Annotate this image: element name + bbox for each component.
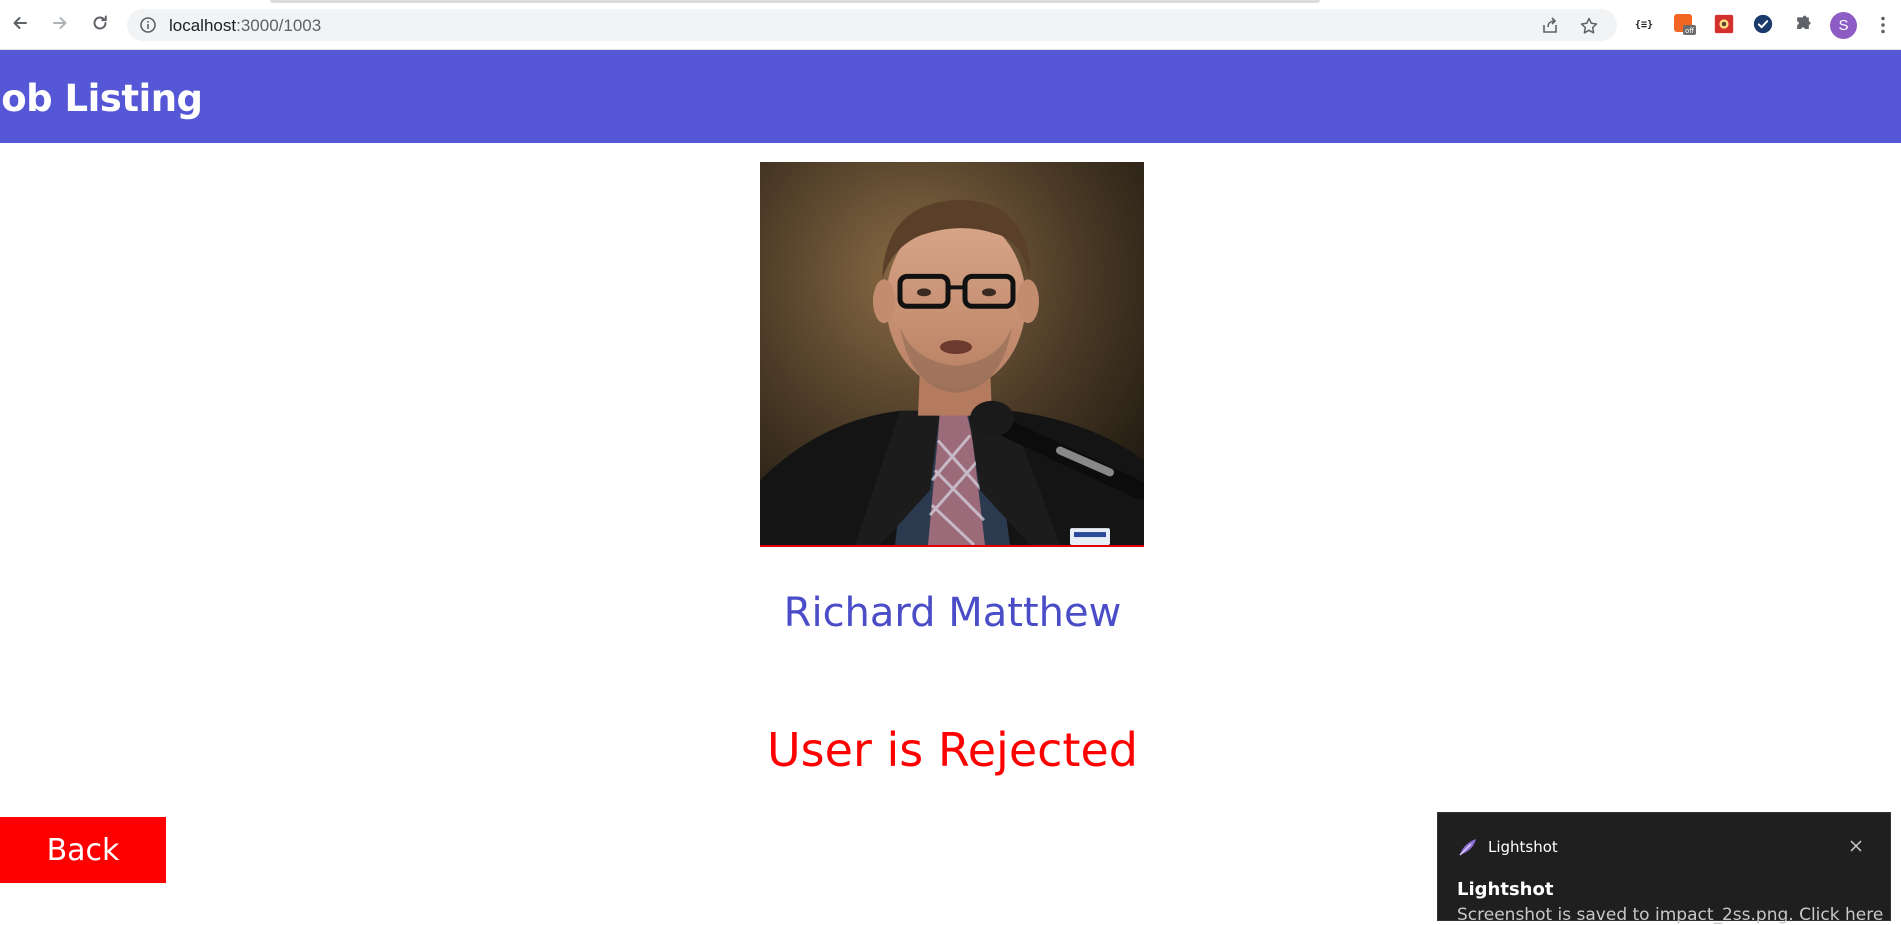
orange-extension-icon[interactable]: off [1672, 12, 1696, 36]
check-extension-icon[interactable] [1751, 12, 1775, 36]
notification-title: Lightshot [1457, 879, 1554, 900]
arrow-right-icon [53, 17, 67, 29]
forward-nav-button[interactable] [45, 8, 75, 38]
red-extension-icon[interactable] [1712, 12, 1736, 36]
arrow-left-icon [13, 17, 27, 29]
lightshot-notification[interactable]: Lightshot Lightshot Screenshot is saved … [1437, 812, 1891, 925]
browser-menu-icon[interactable] [1873, 12, 1893, 38]
back-nav-button[interactable] [5, 8, 35, 38]
feather-icon [1459, 839, 1476, 856]
close-icon[interactable] [1847, 837, 1865, 855]
address-bar[interactable]: localhost:3000/1003 [127, 9, 1617, 41]
profile-photo [760, 162, 1144, 547]
app-header: Job Listing [0, 50, 1901, 143]
profile-avatar[interactable]: S [1830, 12, 1857, 39]
svg-text:{≡}: {≡} [1635, 20, 1653, 31]
extension-badge: off [1685, 27, 1694, 35]
back-button[interactable]: Back [0, 817, 166, 883]
reload-icon [93, 15, 107, 30]
person-portrait-image [760, 162, 1144, 545]
site-info-icon[interactable] [139, 16, 157, 34]
url-path: :3000/1003 [236, 16, 322, 35]
url-text[interactable]: localhost:3000/1003 [169, 16, 321, 36]
url-host: localhost [169, 16, 237, 35]
notification-app-name: Lightshot [1488, 838, 1558, 856]
json-extension-icon[interactable]: {≡} [1632, 12, 1656, 36]
share-icon[interactable] [1540, 16, 1560, 36]
reload-button[interactable] [85, 8, 115, 38]
notification-body[interactable]: Screenshot is saved to impact_2ss.png. C… [1457, 905, 1883, 925]
tab-strip-edge [270, 0, 1320, 3]
rejection-status: User is Rejected [767, 723, 1138, 777]
bookmark-star-icon[interactable] [1579, 16, 1599, 36]
extensions-puzzle-icon[interactable] [1791, 12, 1815, 36]
browser-toolbar: localhost:3000/1003 {≡} off S [0, 0, 1901, 50]
page-title: Job Listing [0, 77, 203, 120]
person-name: Richard Matthew [783, 590, 1122, 636]
